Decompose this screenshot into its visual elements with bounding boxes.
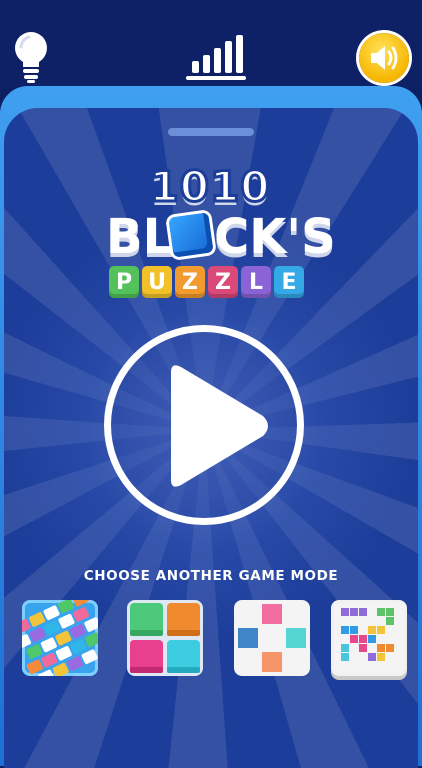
tetris-grid-mode-icon (334, 603, 404, 673)
logo-cube-icon (168, 212, 214, 258)
lightbulb-icon[interactable] (10, 30, 52, 84)
puzzle-letter: P (109, 266, 139, 298)
game-mode-tetris-grid[interactable] (331, 600, 407, 676)
logo-title-blocks-left: BL (106, 209, 174, 265)
plus-cross-mode-icon (238, 604, 306, 672)
sound-button[interactable] (359, 33, 409, 83)
logo-title-blocks-right: CK'S (214, 209, 336, 265)
logo-puzzle-tiles: P U Z Z L E (109, 266, 304, 300)
play-icon (171, 365, 268, 487)
four-squares-mode-icon (130, 603, 200, 673)
bar-chart-icon[interactable] (183, 30, 249, 84)
puzzle-letter: Z (208, 266, 238, 298)
diagonal-blocks-mode-icon (22, 600, 98, 676)
puzzle-letter: U (142, 266, 172, 298)
panel-handle (168, 128, 254, 136)
puzzle-letter: E (274, 266, 304, 298)
speaker-icon (371, 46, 398, 70)
logo-title-blocks: BL CK'S (104, 205, 336, 265)
game-mode-diagonal-blocks[interactable] (22, 600, 98, 676)
game-mode-four-squares[interactable] (127, 600, 203, 676)
game-mode-plus-cross[interactable] (234, 600, 310, 676)
logo-title-number: 1010 (148, 161, 271, 213)
puzzle-letter: Z (175, 266, 205, 298)
play-button[interactable] (104, 325, 304, 525)
game-mode-heading: CHOOSE ANOTHER GAME MODE (83, 568, 339, 584)
puzzle-letter: L (241, 266, 271, 298)
